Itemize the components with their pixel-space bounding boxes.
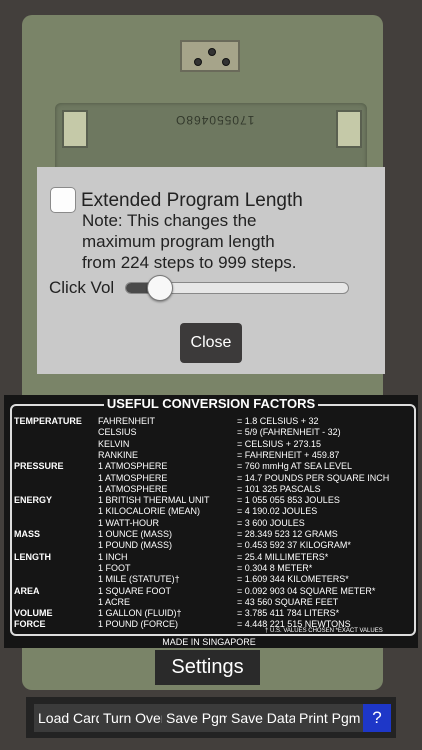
conversion-value: = 1 055 055 853 JOULES (237, 495, 340, 506)
conversion-category: ENERGY (14, 495, 53, 506)
turn-over-button[interactable]: Turn Over (99, 704, 170, 732)
conversion-unit: CELSIUS (98, 427, 137, 438)
conversion-category: PRESSURE (14, 461, 64, 472)
left-window (62, 110, 88, 148)
conversion-row: 1 FOOT = 0.304 8 METER* (4, 562, 418, 574)
extended-program-checkbox[interactable] (50, 187, 76, 213)
conversion-row: CELSIUS = 5/9 (FAHRENHEIT - 32) (4, 426, 418, 438)
conversion-value: = 3 600 JOULES (237, 517, 305, 528)
conversion-unit: 1 ATMOSPHERE (98, 483, 168, 494)
conversion-value: = 0.453 592 37 KILOGRAM* (237, 540, 351, 551)
conversion-value: = 25.4 MILLIMETERS* (237, 551, 329, 562)
conversion-unit: 1 POUND (FORCE) (98, 619, 179, 630)
conversion-title-text: USEFUL CONVERSION FACTORS (103, 396, 319, 411)
save-data-button[interactable]: Save Data (227, 704, 301, 732)
serial-number: 170550468O (175, 113, 255, 127)
conversion-value: = 760 mmHg AT SEA LEVEL (237, 461, 352, 472)
conversion-row: 1 KILOCALORIE (MEAN) = 4 190.02 JOULES (4, 505, 418, 517)
conversion-unit: 1 GALLON (FLUID)† (98, 608, 182, 619)
conversion-row: VOLUME 1 GALLON (FLUID)† = 3.785 411 784 L… (4, 607, 418, 619)
connector-pin (194, 58, 202, 66)
conversion-value: = 14.7 POUNDS PER SQUARE INCH (237, 472, 390, 483)
conversion-title: USEFUL CONVERSION FACTORS (4, 396, 418, 411)
connector-pin (208, 48, 216, 56)
conversion-row: 1 WATT-HOUR = 3 600 JOULES (4, 517, 418, 529)
conversion-row: AREA 1 SQUARE FOOT = 0.092 903 04 SQUARE M… (4, 585, 418, 597)
conversion-row: 1 MILE (STATUTE)† = 1.609 344 KILOMETERS* (4, 573, 418, 585)
conversion-value: = 101 325 PASCALS (237, 483, 321, 494)
conversion-category: VOLUME (14, 608, 53, 619)
conversion-value: = CELSIUS + 273.15 (237, 438, 322, 449)
conversion-value: = 0.092 903 04 SQUARE METER* (237, 585, 376, 596)
conversion-category: LENGTH (14, 551, 51, 562)
conversion-row: 1 ATMOSPHERE = 14.7 POUNDS PER SQUARE INC… (4, 472, 418, 484)
conversion-panel: USEFUL CONVERSION FACTORS TEMPERATURE FAH… (4, 395, 418, 648)
conversion-value: = 0.304 8 METER* (237, 562, 313, 573)
conversion-unit: RANKINE (98, 449, 139, 460)
extended-program-label[interactable]: Extended Program Length (81, 190, 303, 212)
conversion-unit: 1 ACRE (98, 596, 131, 607)
conversion-row: 1 ACRE = 43 560 SQUARE FEET (4, 596, 418, 608)
bottom-toolbar: Load Card Turn Over Save Pgm Save Data P… (26, 697, 396, 738)
conversion-category: MASS (14, 529, 41, 539)
conversion-unit: 1 ATMOSPHERE (98, 461, 168, 472)
save-pgm-button[interactable]: Save Pgm (162, 704, 235, 732)
conversion-row: 1 POUND (MASS) = 0.453 592 37 KILOGRAM* (4, 539, 418, 551)
conversion-value: = 28.349 523 12 GRAMS (237, 529, 338, 539)
conversion-row: ENERGY 1 BRITISH THERMAL UNIT = 1 055 055 … (4, 494, 418, 506)
conversion-value: = 3.785 411 784 LITERS* (237, 608, 340, 619)
card-reader-connector (180, 40, 240, 72)
conversion-unit: 1 ATMOSPHERE (98, 472, 168, 483)
help-button[interactable]: ? (363, 704, 391, 732)
conversion-row: KELVIN = CELSIUS + 273.15 (4, 438, 418, 450)
conversion-value: = 43 560 SQUARE FEET (237, 596, 339, 607)
conversion-category: AREA (14, 585, 40, 596)
conversion-unit: 1 SQUARE FOOT (98, 585, 172, 596)
print-pgm-button[interactable]: Print Pgm (295, 704, 365, 732)
conversion-value: = 1.8 CELSIUS + 32 (237, 416, 319, 426)
extended-program-note: Note: This changes the maximum program l… (82, 211, 297, 272)
click-volume-slider[interactable] (125, 275, 349, 301)
conversion-unit: KELVIN (98, 438, 130, 449)
load-card-button[interactable]: Load Card (34, 704, 108, 732)
conversion-unit: 1 INCH (98, 551, 128, 562)
conversion-unit: 1 OUNCE (MASS) (98, 529, 173, 539)
conversion-unit: FAHRENHEIT (98, 416, 156, 426)
right-window (336, 110, 362, 148)
conversion-category: TEMPERATURE (14, 416, 82, 426)
conversion-row: LENGTH 1 INCH = 25.4 MILLIMETERS* (4, 551, 418, 563)
conversion-unit: 1 WATT-HOUR (98, 517, 159, 528)
conversion-row: MASS 1 OUNCE (MASS) = 28.349 523 12 GRAMS (4, 528, 418, 540)
click-volume-label: Click Vol (49, 278, 115, 297)
conversion-row: 1 ATMOSPHERE = 101 325 PASCALS (4, 483, 418, 495)
conversion-unit: 1 KILOCALORIE (MEAN) (98, 506, 201, 517)
conversion-value: = 1.609 344 KILOMETERS* (237, 574, 349, 585)
settings-dialog: Extended Program Length Note: This chang… (37, 167, 385, 374)
conversion-unit: 1 FOOT (98, 562, 131, 573)
conversion-category: FORCE (14, 619, 46, 630)
connector-pin (222, 58, 230, 66)
conversion-value: = 4 190.02 JOULES (237, 506, 318, 517)
conversion-row: TEMPERATURE FAHRENHEIT = 1.8 CELSIUS + 32 (4, 415, 418, 427)
conversion-value: = FAHRENHEIT + 459.87 (237, 449, 340, 460)
close-button[interactable]: Close (180, 323, 242, 363)
conversion-row: RANKINE = FAHRENHEIT + 459.87 (4, 449, 418, 461)
conversion-unit: 1 BRITISH THERMAL UNIT (98, 495, 210, 506)
conversion-unit: 1 MILE (STATUTE)† (98, 574, 180, 585)
conversion-value: = 5/9 (FAHRENHEIT - 32) (237, 427, 341, 438)
conversion-unit: 1 POUND (MASS) (98, 540, 173, 551)
conversion-footnote: † U.S. VALUES CHOSEN *EXACT VALUES (265, 628, 383, 634)
settings-button[interactable]: Settings (155, 650, 260, 685)
made-in-label: MADE IN SINGAPORE (159, 637, 259, 647)
conversion-row: PRESSURE 1 ATMOSPHERE = 760 mmHg AT SEA LE… (4, 460, 418, 472)
slider-thumb[interactable] (147, 275, 174, 301)
